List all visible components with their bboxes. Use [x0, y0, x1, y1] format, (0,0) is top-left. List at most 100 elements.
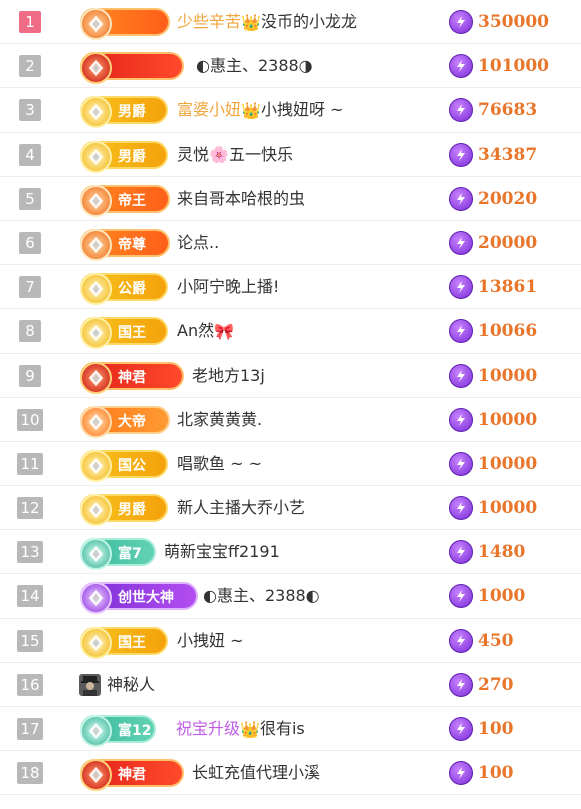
badge-label: 帝尊 — [118, 236, 146, 253]
lightning-coin-icon — [449, 98, 473, 123]
lightning-coin-icon — [449, 672, 473, 697]
leaderboard-row[interactable]: 8 国王 An然🎀 10066 — [0, 309, 581, 354]
user-name[interactable]: 北家黄黄黄. — [177, 398, 262, 442]
name-text: An然 — [177, 321, 215, 341]
leaderboard-row[interactable]: 3 男爵 富婆小妞👑小拽妞呀 ~ 76683 — [0, 88, 581, 133]
rank-number: 2 — [19, 55, 41, 78]
badge-label: 大帝 — [118, 413, 146, 430]
name-text: 灵悦 — [177, 144, 210, 164]
rank-number: 6 — [19, 231, 41, 254]
level-badge: 神君 — [80, 759, 184, 792]
lightning-coin-icon — [449, 10, 473, 34]
lightning-coin-icon — [449, 584, 473, 609]
rank-number: 11 — [17, 452, 43, 475]
contribution-amount: 270 — [478, 674, 514, 695]
contribution-amount: 20020 — [478, 188, 538, 209]
rank-number: 10 — [17, 408, 43, 431]
user-name[interactable]: 少些辛苦👑没币的小龙龙 — [177, 0, 357, 44]
name-text: 祝宝升级 — [176, 719, 241, 738]
level-badge: 国王 — [80, 317, 168, 350]
user-name[interactable]: 灵悦🌸五一快乐 — [177, 133, 293, 177]
contribution-amount: 10066 — [478, 321, 538, 342]
contribution-amount: 10000 — [478, 365, 538, 386]
user-name[interactable]: 论点.. — [177, 221, 219, 265]
badge-label: 创世大神 — [118, 590, 174, 607]
level-badge: 创世大神 — [80, 582, 198, 615]
leaderboard-row[interactable]: 1 少些辛苦👑没币的小龙龙 350000 — [0, 0, 581, 45]
rank-emblem-icon — [80, 494, 112, 527]
rank-number: 17 — [17, 718, 43, 740]
badge-label: 国王 — [118, 634, 146, 651]
user-name[interactable]: An然🎀 — [177, 309, 234, 353]
name-text: 北家黄黄黄. — [177, 409, 263, 429]
rank-emblem-icon — [80, 184, 112, 217]
lightning-coin-icon — [449, 275, 473, 300]
user-name[interactable]: 长虹充值代理小溪 — [192, 751, 320, 795]
lightning-coin-icon — [449, 186, 473, 211]
leaderboard-row[interactable]: 5 帝王 来自哥本哈根的虫 20020 — [0, 177, 581, 221]
user-name[interactable]: 萌新宝宝ff2191 — [164, 530, 280, 574]
contribution-amount: 1480 — [478, 542, 526, 563]
leaderboard-row[interactable]: 17 富12 祝宝升级👑很有is 100 — [0, 707, 581, 752]
lightning-coin-icon — [449, 761, 473, 786]
leaderboard-row[interactable]: 7 公爵 小阿宁晚上播! 13861 — [0, 265, 581, 310]
name-text: 来自哥本哈根的虫 — [177, 188, 306, 208]
leaderboard-row[interactable]: 14 创世大神 ◐惠主、2388◐ 1000 — [0, 574, 581, 619]
rank-emblem-icon — [80, 52, 112, 85]
rank-emblem-icon — [80, 317, 112, 350]
rank-emblem-icon — [80, 228, 112, 261]
lightning-coin-icon — [449, 319, 473, 344]
contribution-amount: 10000 — [478, 409, 538, 430]
lightning-coin-icon — [449, 54, 473, 79]
user-name[interactable]: ◐惠主、2388◐ — [203, 574, 320, 618]
name-emoji-icon: 👑 — [240, 719, 260, 739]
leaderboard-row[interactable]: 15 国王 小拽妞 ~ 450 — [0, 619, 581, 663]
leaderboard-row[interactable]: 16 神秘人 270 — [0, 663, 581, 707]
badge-label: 男爵 — [118, 104, 146, 121]
lightning-coin-icon — [449, 142, 473, 167]
leaderboard-row[interactable]: 11 国公 唱歌鱼 ~ ~ 10000 — [0, 442, 581, 487]
level-badge: 男爵 — [80, 96, 168, 129]
contribution-amount: 450 — [478, 630, 514, 651]
leaderboard-row[interactable]: 12 男爵 新人主播大乔小艺 10000 — [0, 486, 581, 531]
name-text: 小拽妞呀 ~ — [260, 100, 344, 120]
user-name[interactable]: 小阿宁晚上播! — [177, 265, 279, 309]
level-badge: 帝王 — [80, 184, 170, 217]
badge-label: 男爵 — [118, 148, 146, 165]
contribution-amount: 20000 — [478, 232, 538, 253]
user-name[interactable]: 富婆小妞👑小拽妞呀 ~ — [177, 88, 343, 132]
user-name[interactable]: 祝宝升级👑很有is — [176, 707, 305, 751]
user-name[interactable]: 老地方13j — [192, 354, 265, 398]
user-name[interactable]: ◐惠主、2388◑ — [196, 44, 313, 88]
contribution-amount: 1000 — [478, 586, 526, 607]
user-name[interactable]: 小拽妞 ~ — [177, 619, 244, 663]
user-name[interactable]: 来自哥本哈根的虫 — [177, 177, 305, 221]
name-text: 五一快乐 — [228, 144, 293, 164]
user-name[interactable]: 神秘人 — [107, 663, 155, 707]
leaderboard-row[interactable]: 10 大帝 北家黄黄黄. 10000 — [0, 398, 581, 442]
leaderboard-row[interactable]: 18 神君 长虹充值代理小溪 100 — [0, 751, 581, 796]
lightning-coin-icon — [449, 540, 473, 565]
lightning-coin-icon — [449, 496, 473, 521]
rank-number: 9 — [19, 364, 41, 387]
contribution-leaderboard: 1 少些辛苦👑没币的小龙龙 350000 2 ◐惠主、2388◑ 101000 3 男爵 富婆小… — [0, 0, 581, 796]
lightning-coin-icon — [449, 407, 473, 432]
badge-label: 国王 — [118, 325, 146, 342]
leaderboard-row[interactable]: 2 ◐惠主、2388◑ 101000 — [0, 44, 581, 89]
leaderboard-row[interactable]: 9 神君 老地方13j 10000 — [0, 354, 581, 398]
user-name[interactable]: 唱歌鱼 ~ ~ — [177, 442, 262, 486]
user-name[interactable]: 新人主播大乔小艺 — [177, 486, 305, 530]
name-text: 少些辛苦 — [177, 12, 242, 31]
badge-label: 国公 — [118, 457, 146, 474]
rank-emblem-icon — [80, 8, 112, 40]
leaderboard-row[interactable]: 4 男爵 灵悦🌸五一快乐 34387 — [0, 133, 581, 177]
leaderboard-row[interactable]: 13 富7 萌新宝宝ff2191 1480 — [0, 530, 581, 575]
name-emoji-icon: 🎀 — [214, 321, 235, 341]
contribution-amount: 350000 — [478, 12, 549, 32]
level-badge: 帝尊 — [80, 228, 170, 261]
rank-number: 14 — [17, 585, 43, 608]
rank-emblem-icon — [80, 405, 112, 438]
rank-emblem-icon — [80, 449, 112, 482]
name-emoji-icon: 👑 — [241, 12, 261, 32]
leaderboard-row[interactable]: 6 帝尊 论点.. 20000 — [0, 221, 581, 266]
